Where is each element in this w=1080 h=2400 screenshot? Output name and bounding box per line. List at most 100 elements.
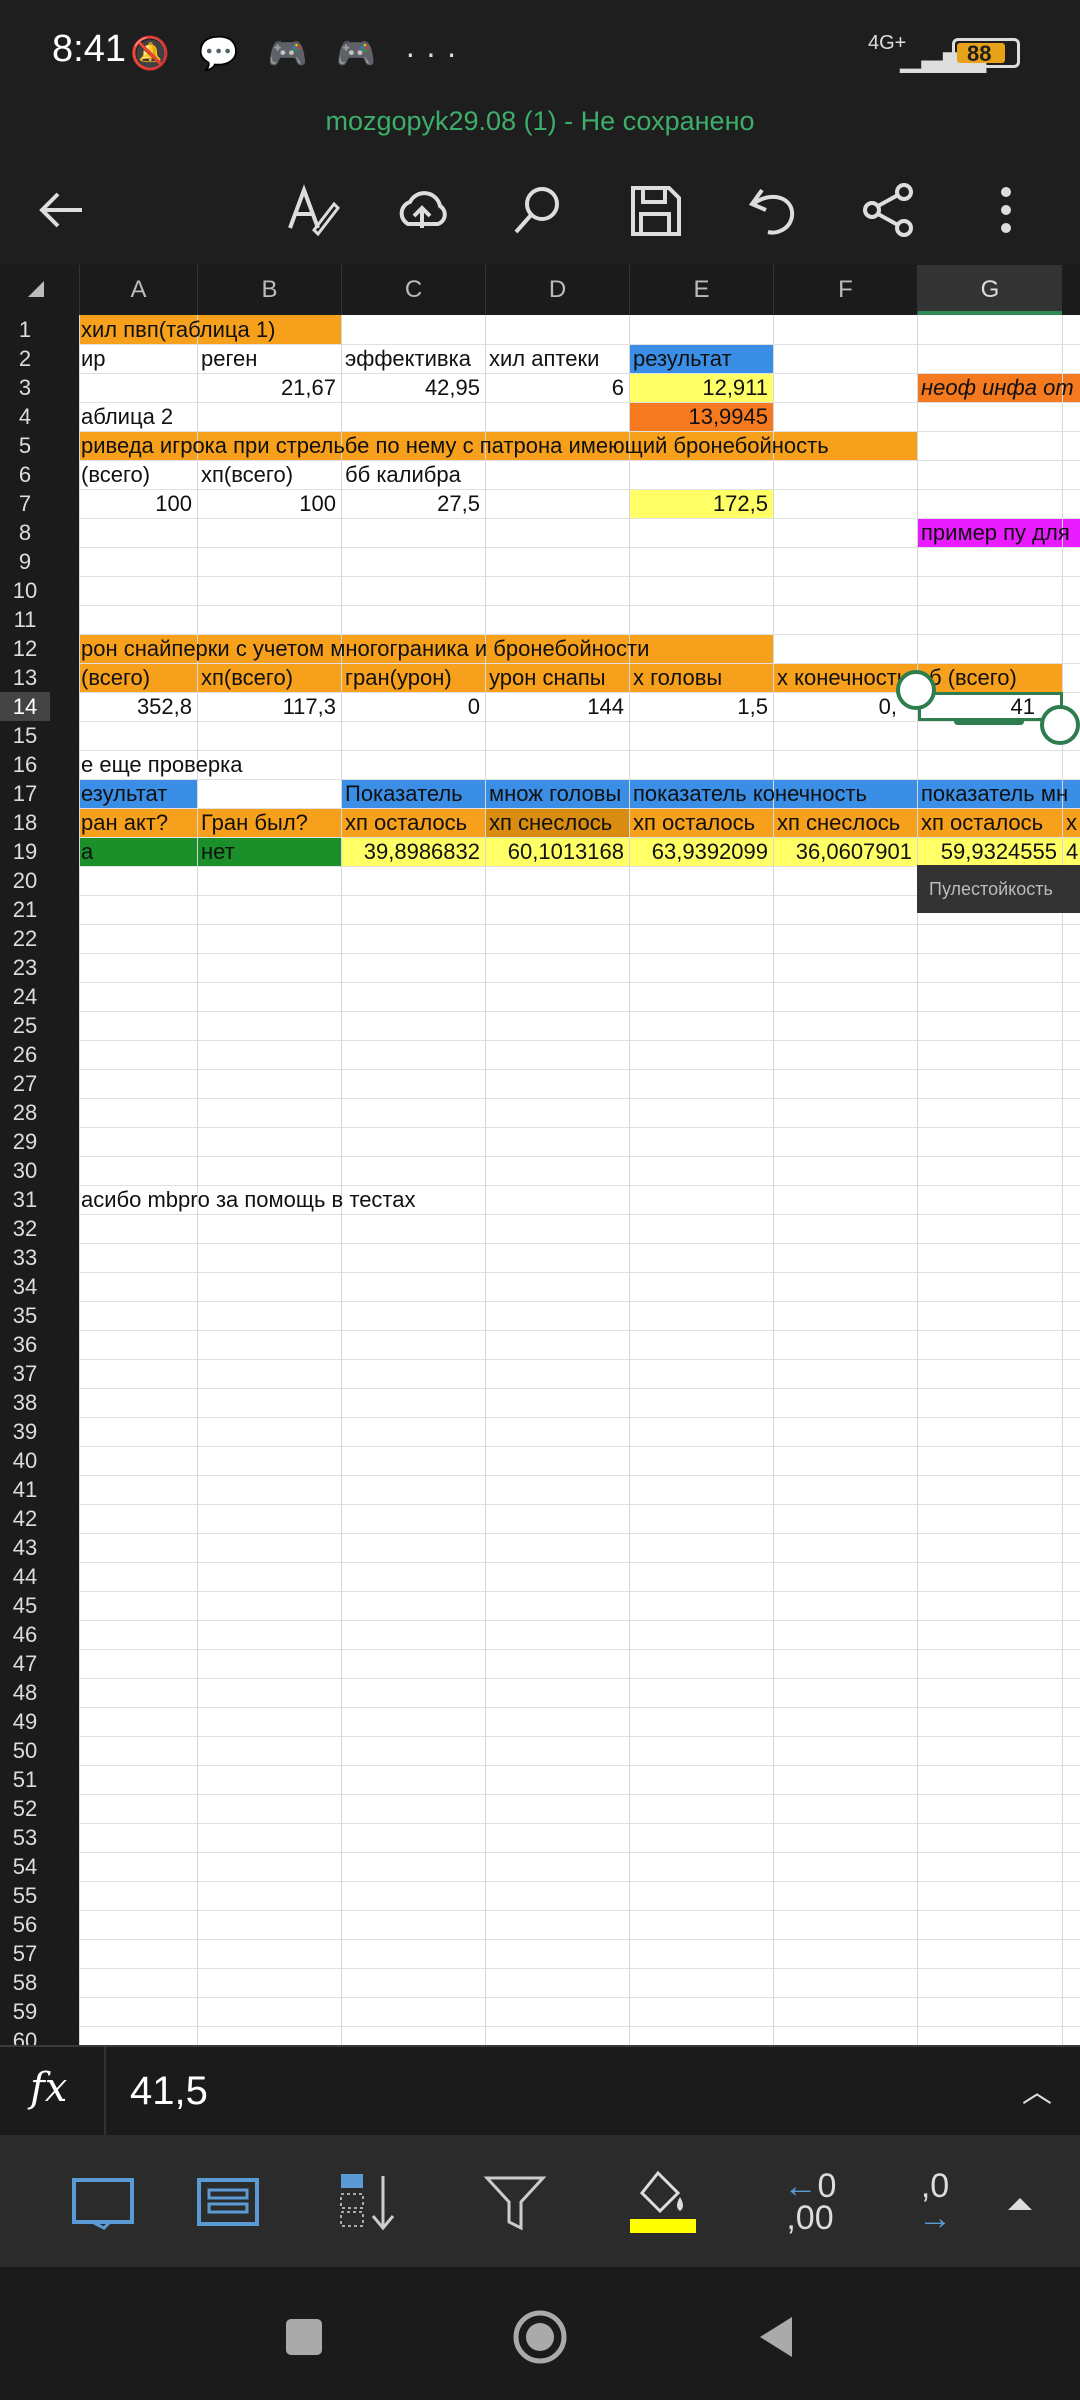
clock: 8:41 [52,28,126,70]
spreadsheet-grid[interactable]: A B C D E F G 1 2 3 4 5 6 7 8 9 10 11 12 13 14 15 16 17 1… [0,265,1080,2045]
row-header-40[interactable]: 40 [0,1446,50,1475]
row-header-29[interactable]: 29 [0,1127,50,1156]
row-header-46[interactable]: 46 [0,1620,50,1649]
row-header-33[interactable]: 33 [0,1243,50,1272]
format-text-icon[interactable] [270,170,350,250]
row-header-54[interactable]: 54 [0,1852,50,1881]
row-header-51[interactable]: 51 [0,1765,50,1794]
cell-area[interactable]: хил пвп(таблица 1) ир реген эффективка х… [79,315,1080,2045]
select-all-corner[interactable] [28,281,44,297]
list-icon[interactable] [180,2157,280,2247]
row-header-28[interactable]: 28 [0,1098,50,1127]
col-header-b[interactable]: B [197,265,341,315]
decrease-decimal-icon[interactable]: ←0 ,00 [760,2157,860,2247]
row-header-52[interactable]: 52 [0,1794,50,1823]
row-header-14[interactable]: 14 [0,692,50,721]
undo-icon[interactable] [732,170,812,250]
row-header-5[interactable]: 5 [0,431,50,460]
fill-color-icon[interactable] [613,2157,713,2247]
row-header-31[interactable]: 31 [0,1185,50,1214]
row-header-35[interactable]: 35 [0,1301,50,1330]
cell-b14: 117,3 [282,694,336,719]
increase-decimal-icon[interactable]: ,0 → [900,2157,970,2247]
col-header-f[interactable]: F [773,265,917,315]
row-header-7[interactable]: 7 [0,489,50,518]
filter-icon[interactable] [466,2157,566,2247]
selection-handle-end[interactable] [1040,705,1080,745]
row-header-19[interactable]: 19 [0,837,50,866]
row-header-41[interactable]: 41 [0,1475,50,1504]
row-header-50[interactable]: 50 [0,1736,50,1765]
home-button[interactable] [500,2297,580,2377]
row-header-34[interactable]: 34 [0,1272,50,1301]
row-header-43[interactable]: 43 [0,1533,50,1562]
row-header-17[interactable]: 17 [0,779,50,808]
save-icon[interactable] [615,170,695,250]
row-header-2[interactable]: 2 [0,344,50,373]
col-header-g[interactable]: G [917,265,1062,315]
row-header-30[interactable]: 30 [0,1156,50,1185]
back-button[interactable] [736,2297,816,2377]
decimal-inc-top: ,0 [920,2167,950,2205]
row-header-6[interactable]: 6 [0,460,50,489]
formula-input[interactable]: 41,5 [130,2069,208,2114]
row-header-59[interactable]: 59 [0,1997,50,2026]
expand-up-icon[interactable] [970,2157,1070,2247]
row-header-38[interactable]: 38 [0,1388,50,1417]
row-header-26[interactable]: 26 [0,1040,50,1069]
row-header-25[interactable]: 25 [0,1011,50,1040]
row-header-53[interactable]: 53 [0,1823,50,1852]
row-header-60[interactable]: 60 [0,2026,50,2045]
row-header-47[interactable]: 47 [0,1649,50,1678]
row-header-4[interactable]: 4 [0,402,50,431]
row-header-3[interactable]: 3 [0,373,50,402]
row-header-45[interactable]: 45 [0,1591,50,1620]
back-arrow-icon[interactable] [22,170,102,250]
row-header-22[interactable]: 22 [0,924,50,953]
row-header-57[interactable]: 57 [0,1939,50,1968]
row-header-18[interactable]: 18 [0,808,50,837]
share-icon[interactable] [848,170,928,250]
cloud-upload-icon[interactable] [382,170,462,250]
selection-drag-bar[interactable] [954,718,1024,725]
fx-icon[interactable]: fx [30,2065,67,2111]
more-vert-icon[interactable] [966,170,1046,250]
row-header-36[interactable]: 36 [0,1330,50,1359]
col-header-d[interactable]: D [485,265,629,315]
selection-handle-start[interactable] [896,670,936,710]
row-header-32[interactable]: 32 [0,1214,50,1243]
row-header-49[interactable]: 49 [0,1707,50,1736]
row-header-11[interactable]: 11 [0,605,50,634]
sheets-icon[interactable] [55,2157,155,2247]
chevron-up-icon[interactable]: ︿ [1022,2067,1052,2111]
row-header-21[interactable]: 21 [0,895,50,924]
cell-f14: 0, [878,694,897,719]
recents-button[interactable] [264,2297,344,2377]
row-header-15[interactable]: 15 [0,721,50,750]
row-header-58[interactable]: 58 [0,1968,50,1997]
row-header-24[interactable]: 24 [0,982,50,1011]
row-header-23[interactable]: 23 [0,953,50,982]
row-header-56[interactable]: 56 [0,1910,50,1939]
row-header-16[interactable]: 16 [0,750,50,779]
col-header-e[interactable]: E [629,265,773,315]
row-header-20[interactable]: 20 [0,866,50,895]
row-header-39[interactable]: 39 [0,1417,50,1446]
row-header-37[interactable]: 37 [0,1359,50,1388]
col-header-c[interactable]: C [341,265,485,315]
row-header-42[interactable]: 42 [0,1504,50,1533]
row-header-55[interactable]: 55 [0,1881,50,1910]
row-header-48[interactable]: 48 [0,1678,50,1707]
row-header-27[interactable]: 27 [0,1069,50,1098]
search-icon[interactable] [498,170,578,250]
row-header-44[interactable]: 44 [0,1562,50,1591]
col-header-a[interactable]: A [79,265,197,315]
row-header-10[interactable]: 10 [0,576,50,605]
cell-a5: риведа игрока при стрельбе по нему с пат… [81,433,829,458]
row-header-9[interactable]: 9 [0,547,50,576]
row-header-8[interactable]: 8 [0,518,50,547]
row-header-12[interactable]: 12 [0,634,50,663]
row-header-1[interactable]: 1 [0,315,50,344]
sort-icon[interactable] [318,2157,418,2247]
row-header-13[interactable]: 13 [0,663,50,692]
